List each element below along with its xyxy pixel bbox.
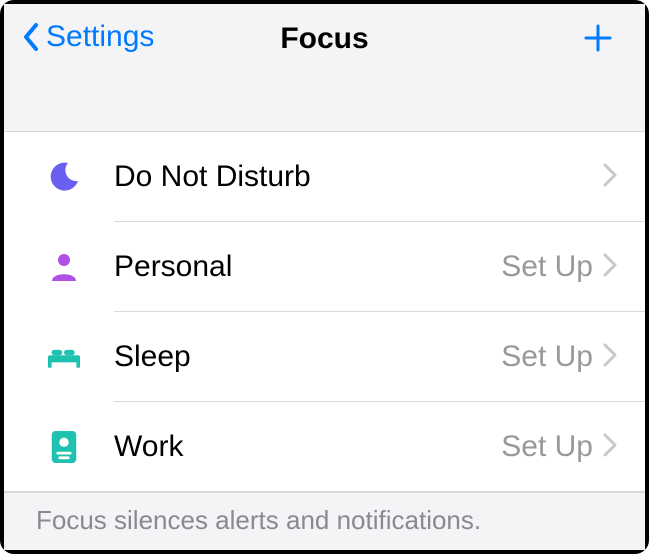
footer-text: Focus silences alerts and notifications. <box>36 505 613 536</box>
chevron-left-icon <box>22 21 42 53</box>
row-detail: Set Up <box>501 430 593 464</box>
back-button[interactable]: Settings <box>22 20 154 54</box>
page-title: Focus <box>280 22 368 56</box>
row-detail: Set Up <box>501 250 593 284</box>
nav-header: Settings Focus <box>4 4 645 132</box>
footer: Focus silences alerts and notifications. <box>4 492 645 550</box>
row-detail: Set Up <box>501 340 593 374</box>
chevron-right-icon <box>603 343 617 372</box>
row-do-not-disturb[interactable]: Do Not Disturb <box>4 132 645 222</box>
person-icon <box>48 251 114 283</box>
row-label: Do Not Disturb <box>114 160 593 194</box>
add-button[interactable] <box>583 20 613 60</box>
row-label: Sleep <box>114 340 501 374</box>
row-sleep[interactable]: Sleep Set Up <box>4 312 645 402</box>
chevron-right-icon <box>603 253 617 282</box>
row-label: Personal <box>114 250 501 284</box>
chevron-right-icon <box>603 433 617 462</box>
row-work[interactable]: Work Set Up <box>4 402 645 492</box>
bed-icon <box>48 341 114 373</box>
chevron-right-icon <box>603 163 617 192</box>
badge-icon <box>48 431 114 463</box>
row-label: Work <box>114 430 501 464</box>
moon-icon <box>48 161 114 193</box>
row-personal[interactable]: Personal Set Up <box>4 222 645 312</box>
focus-list: Do Not Disturb Personal Set Up Sleep Set <box>4 132 645 492</box>
plus-icon <box>583 18 613 62</box>
back-label: Settings <box>46 20 154 54</box>
